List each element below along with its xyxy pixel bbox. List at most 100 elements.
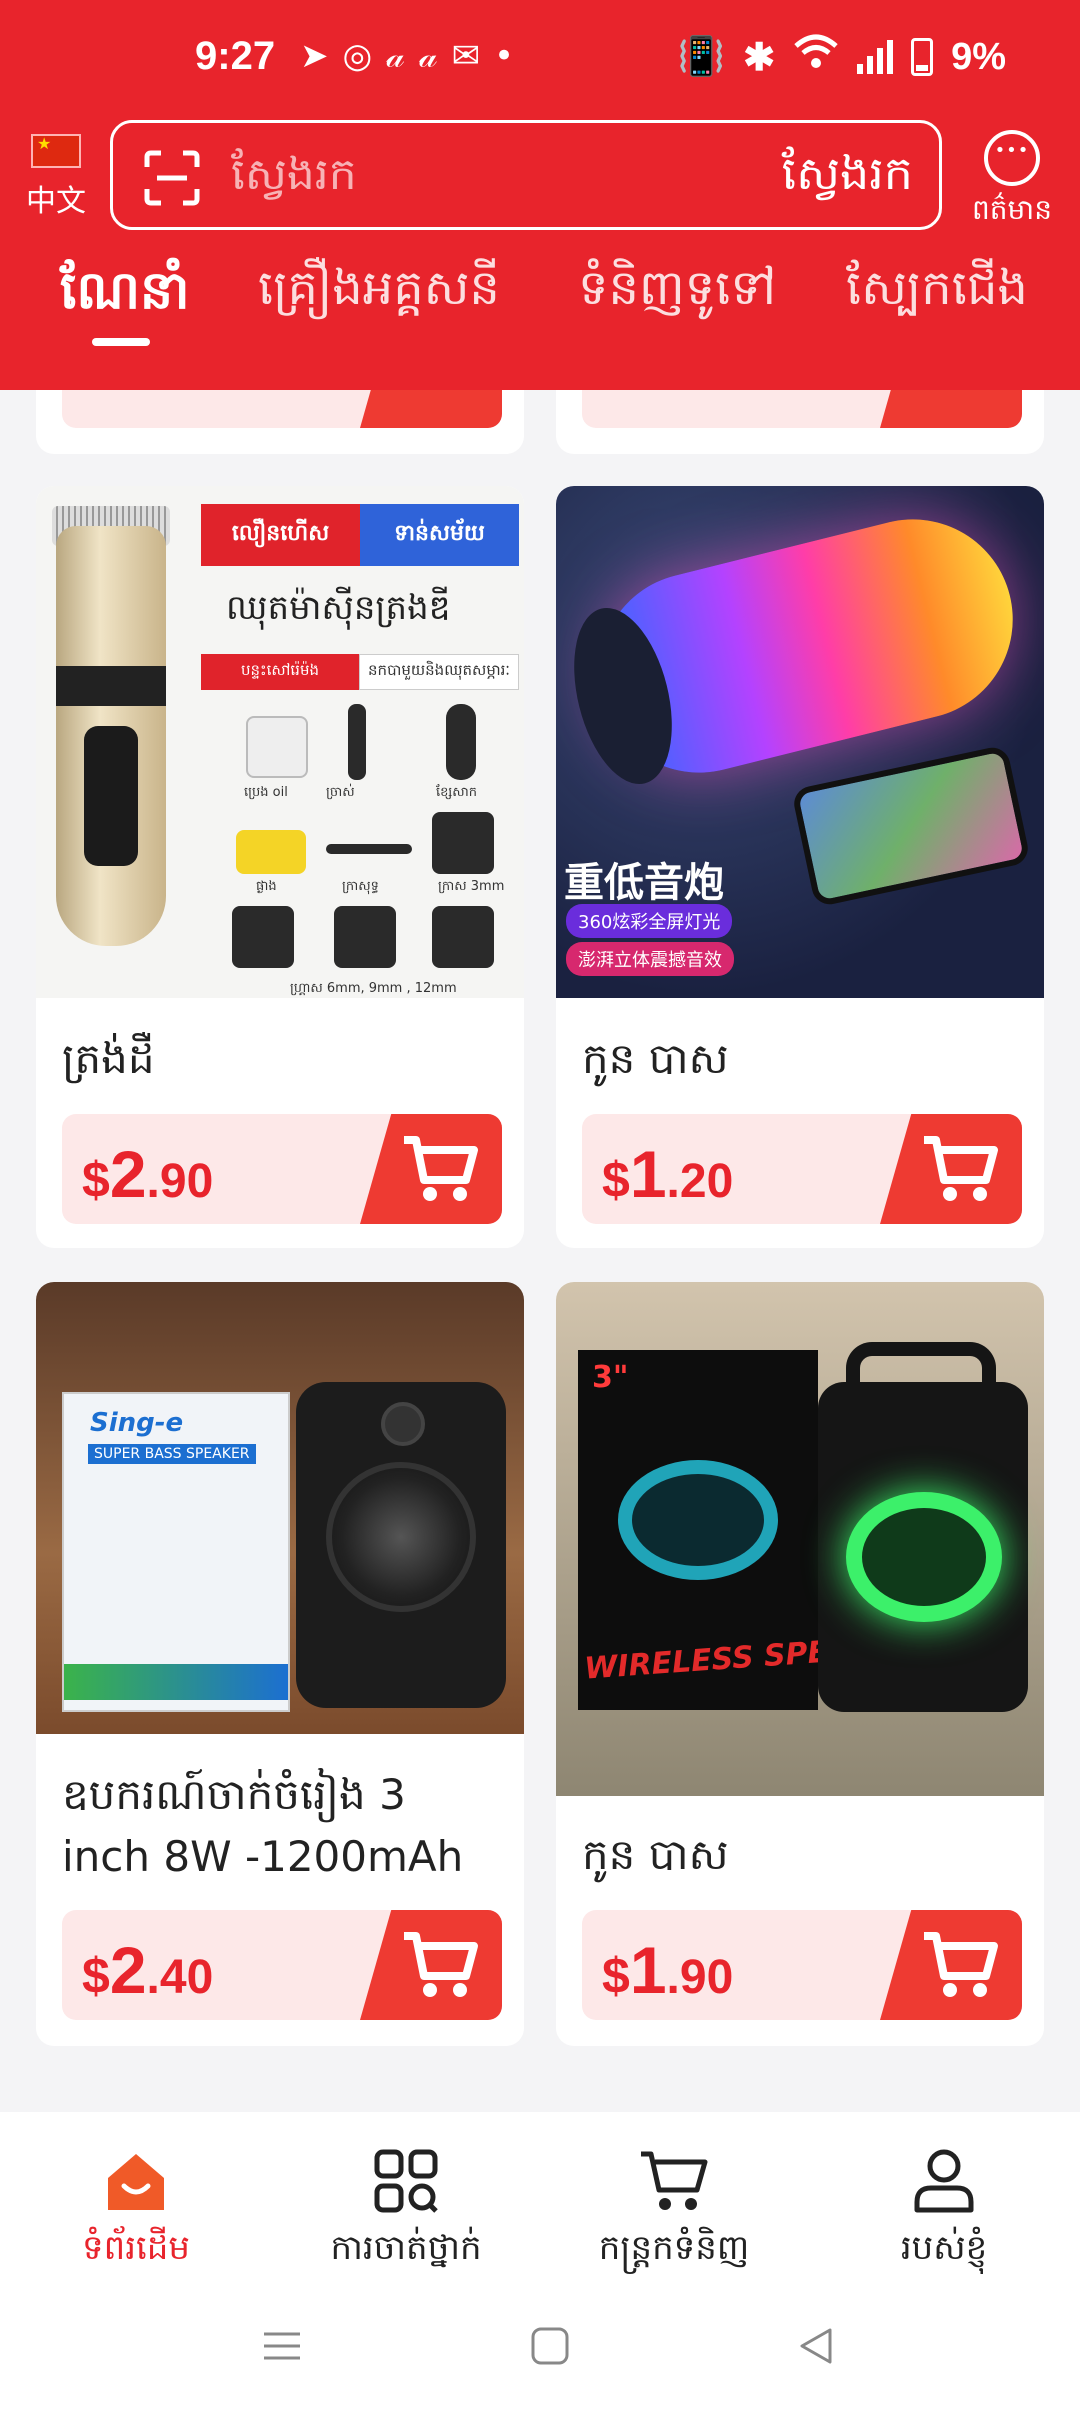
acc-label: ច្រាស់ [326,785,355,800]
back-icon[interactable] [796,2326,836,2366]
cart-icon [404,1136,478,1201]
price-currency: $ [602,1948,630,2004]
status-time: 9:27 [195,34,276,78]
nav-home-label: ទំព័រដើម [82,2228,190,2268]
product-title: ត្រង់ដឺ [62,1034,155,1083]
brush-accessory [348,704,366,780]
header: 9:27 ➤ ◎ 𝒶 𝒶 ✉ • 📳 ✱ 9% 中文 [0,0,1080,390]
product-image: 3" WIRELESS SPEAKER [556,1282,1044,1796]
messages-label: ពត៌មាន [972,193,1052,226]
clipper-band [56,666,166,706]
add-to-cart-button[interactable] [360,1910,502,2020]
scan-icon[interactable] [143,149,201,207]
price-integer: 2 [109,1137,147,1211]
bluetooth-icon: ✱ [743,36,776,79]
price-decimal: .20 [666,1155,734,1208]
tab-general-goods[interactable]: ទំនិញទូទៅ [578,258,776,328]
app-icon: ◎ [342,36,373,76]
price-bar: $2.40 [62,1910,502,2020]
telegram-icon: ➤ [300,36,329,76]
search-bar[interactable]: ស្វែងរក ស្វែងរក [110,120,942,230]
cursive-a-icon: 𝒶 [418,36,438,76]
product-title: កូន បាស [582,1034,729,1083]
nav-home[interactable]: ទំព័រដើម [6,2138,266,2276]
product-price: $2.90 [82,1136,213,1212]
price-integer: 1 [629,1933,667,2007]
info-title: ឈុតម៉ាស៊ីនត្រងឌី [226,588,451,628]
charger-accessory [446,704,476,780]
product-price: $1.90 [602,1932,733,2008]
box-stripe [64,1664,288,1700]
nav-categories[interactable]: ការចាត់ថ្នាក់ [276,2138,536,2276]
comb-accessory [326,844,412,854]
add-to-cart-button[interactable] [880,1114,1022,1224]
product-price: $2.40 [82,1932,213,2008]
add-to-cart-button[interactable] [360,1114,502,1224]
acc-label: ផ្ងាង [256,879,277,894]
info-strip-right: នកបាមួយនិងឈុតសម្ភារៈ [359,654,519,690]
price-currency: $ [82,1948,110,2004]
signal-icon [857,40,894,74]
nav-categories-label: ការចាត់ថ្នាក់ [330,2228,482,2268]
info-head-left: លឿនហើស [201,504,360,566]
language-label: 中文 [26,184,86,219]
home-button-icon[interactable] [530,2326,570,2366]
price-bar: $1.90 [582,1910,1022,2020]
price-decimal: .90 [146,1155,214,1208]
price-bar: $1.20 [582,1114,1022,1224]
notification-icons: ➤ ◎ 𝒶 𝒶 ✉ • [300,36,514,76]
price-decimal: .40 [146,1951,214,2004]
battery-icon [911,38,934,76]
speaker-light-ring [618,1460,778,1580]
product-title: ឧបករណ៍ចាក់ចំរៀង 3 inch 8W -1200mAh [62,1770,464,1881]
category-tabs: ណែនាំ គ្រឿងអគ្គសនី ទំនិញទូទៅ ស្បែកជើង [0,258,1080,358]
acc-label: ក្រាស 3mm [438,879,505,894]
tab-electronics[interactable]: គ្រឿងអគ្គសនី [258,258,500,328]
info-header: លឿនហើស ទាន់សម័យ [201,504,519,566]
product-card[interactable]: 重低音炮 360炫彩全屏灯光 澎湃立体震撼音效 កូន បាស $1.20 [556,486,1044,1248]
nav-profile-label: របស់ខ្ញុំ [900,2228,988,2268]
product-box: Sing-e SUPER BASS SPEAKER [62,1392,290,1712]
recent-apps-icon[interactable] [262,2326,302,2366]
status-right: 📳 ✱ 9% [678,34,1006,80]
profile-icon [814,2138,1074,2214]
nav-profile[interactable]: របស់ខ្ញុំ [814,2138,1074,2276]
price-currency: $ [602,1152,630,1208]
product-card[interactable]: 3" WIRELESS SPEAKER កូន បាស $1.90 [556,1282,1044,2046]
info-strip: បន្ទះសៅរ៉េម៉ង នកបាមួយនិងឈុតសម្ភារៈ [201,654,519,690]
price-currency: $ [82,1152,110,1208]
language-switch[interactable]: 中文 [26,134,86,220]
product-price: $1.20 [602,1136,733,1212]
china-flag-icon [31,134,81,168]
chat-icon [984,130,1040,186]
vibrate-icon: 📳 [677,36,726,78]
search-input[interactable]: ស្វែងរក [231,147,357,211]
product-title: កូន បាស [582,1830,729,1879]
tab-shoes[interactable]: ស្បែកជើង [846,258,1028,328]
speaker-tweeter [381,1402,425,1446]
search-button[interactable]: ស្វែងរក [782,145,913,212]
acc-label: ប្រេង oil [244,785,288,800]
add-to-cart-button[interactable] [880,1910,1022,2020]
nav-cart[interactable]: កន្ត្រកទំនិញ [544,2138,804,2276]
tab-recommended[interactable]: ណែនាំ [60,258,190,334]
image-subtitle: 澎湃立体震撼音效 [566,942,734,976]
messages-button[interactable]: ពត៌មាន [962,130,1062,233]
wechat-icon: ✉ [451,36,481,76]
acc-label: ក្រាសុទ្ធ [342,879,379,894]
battery-percent: 9% [951,35,1006,78]
status-bar: 9:27 ➤ ◎ 𝒶 𝒶 ✉ • 📳 ✱ 9% [0,0,1080,120]
product-card[interactable]: Sing-e SUPER BASS SPEAKER ឧបករណ៍ចាក់ចំរៀ… [36,1282,524,2046]
phone-image [790,744,1032,908]
box-label: SUPER BASS SPEAKER [88,1444,256,1464]
system-navigation [0,2290,1080,2400]
cart-icon [924,1136,998,1201]
cart-icon [544,2138,804,2214]
product-image: លឿនហើស ទាន់សម័យ ឈុតម៉ាស៊ីនត្រងឌី បន្ទះសៅ… [36,486,524,998]
guard-accessory [432,812,494,874]
category-icon [276,2138,536,2214]
active-tab-indicator [92,338,150,346]
product-card[interactable]: លឿនហើស ទាន់សម័យ ឈុតម៉ាស៊ីនត្រងឌី បន្ទះសៅ… [36,486,524,1248]
home-icon [6,2138,266,2214]
image-subtitle: 360炫彩全屏灯光 [566,904,733,938]
